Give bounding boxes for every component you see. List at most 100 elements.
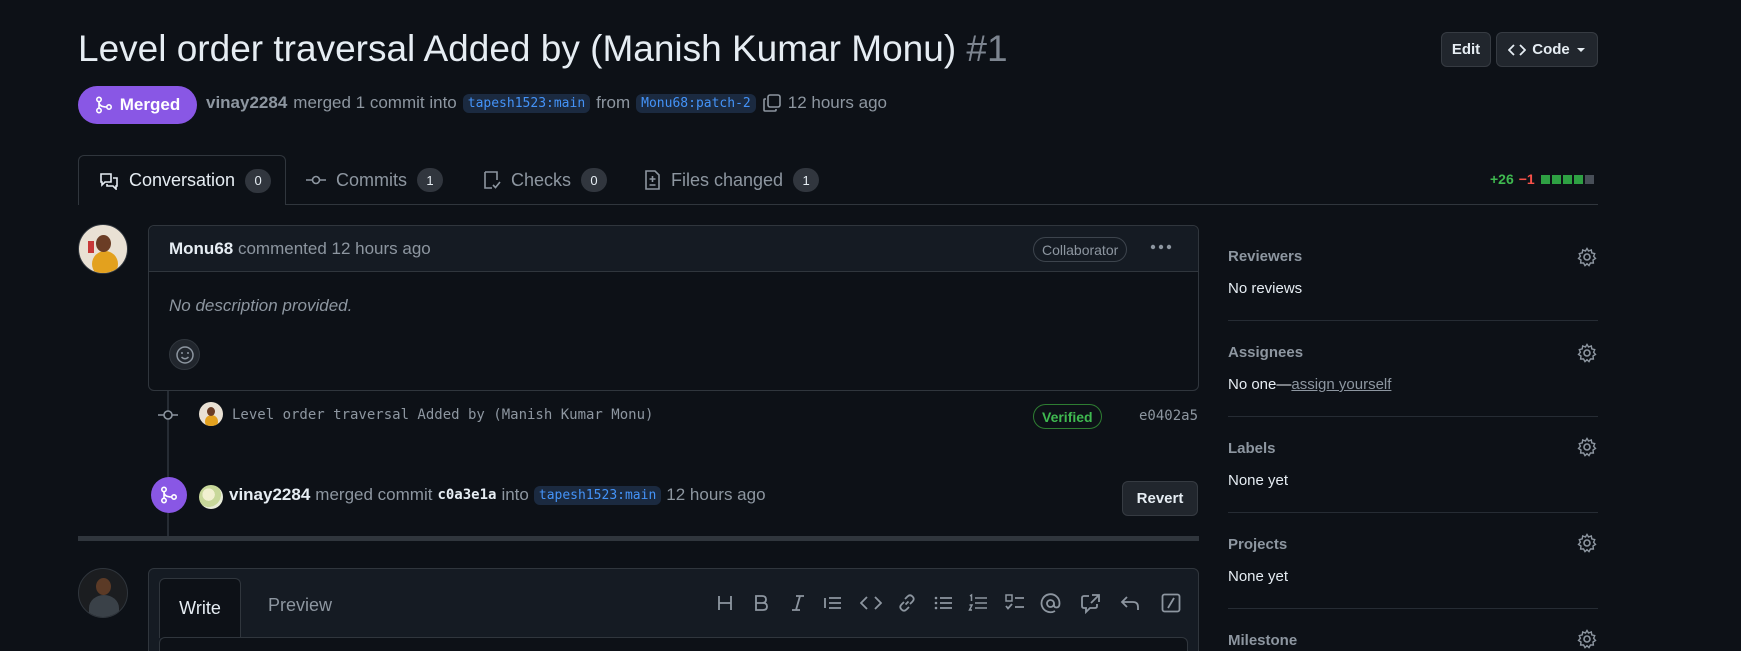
assignees-gear-icon[interactable]	[1577, 343, 1597, 363]
file-diff-icon	[645, 170, 660, 190]
merge-summary: vinay2284 merged 1 commit into tapesh152…	[206, 93, 887, 113]
mention-icon[interactable]	[1040, 593, 1061, 614]
tab-label: Files changed	[671, 169, 784, 190]
reviewers-heading[interactable]: Reviewers	[1228, 248, 1302, 265]
state-badge: Merged	[78, 86, 197, 124]
assign-yourself-link[interactable]: assign yourself	[1291, 376, 1391, 393]
diffstat-block-neutral	[1584, 174, 1594, 184]
commit-message[interactable]: Level order traversal Added by (Manish K…	[232, 407, 653, 423]
merge-event-text2: into	[501, 485, 529, 504]
labels-heading[interactable]: Labels	[1228, 440, 1276, 457]
task-list-icon[interactable]	[1005, 593, 1025, 613]
sidebar-divider	[1228, 416, 1598, 417]
merge-text: merged 1 commit into	[293, 93, 457, 112]
ordered-list-icon[interactable]	[968, 593, 988, 613]
merge-commit-sha[interactable]: c0a3e1a	[437, 487, 496, 503]
quote-icon[interactable]	[823, 593, 843, 613]
commit-node-icon	[158, 410, 178, 420]
tab-count: 1	[417, 168, 443, 192]
code-button[interactable]: Code	[1496, 32, 1598, 67]
diffstat[interactable]: +26 −1	[1490, 171, 1594, 187]
reply-icon[interactable]	[1120, 593, 1140, 613]
merge-icon	[160, 486, 178, 504]
state-label: Merged	[119, 95, 181, 114]
slash-command-icon[interactable]	[1161, 593, 1181, 613]
commit-sha[interactable]: e0402a5	[1139, 408, 1198, 424]
tab-files-changed[interactable]: Files changed 1	[643, 155, 820, 205]
milestone-heading[interactable]: Milestone	[1228, 632, 1297, 649]
milestone-gear-icon[interactable]	[1577, 629, 1597, 649]
unordered-list-icon[interactable]	[933, 593, 953, 613]
diffstat-block-added	[1551, 174, 1561, 184]
tab-label: Checks	[511, 169, 572, 190]
comment-body: No description provided.	[169, 296, 353, 315]
comment-time[interactable]: commented 12 hours ago	[238, 239, 431, 258]
author-link[interactable]: vinay2284	[206, 93, 287, 113]
sidebar-divider	[1228, 608, 1598, 609]
tab-preview[interactable]: Preview	[268, 595, 332, 616]
projects-heading[interactable]: Projects	[1228, 536, 1287, 553]
pr-number: #1	[966, 28, 1008, 69]
merge-icon	[95, 96, 112, 114]
projects-value: None yet	[1228, 568, 1289, 585]
edit-button[interactable]: Edit	[1441, 32, 1491, 67]
assignees-none: No one—	[1228, 376, 1292, 393]
avatar-figure-body	[89, 595, 119, 617]
reviewers-gear-icon[interactable]	[1577, 247, 1597, 267]
timeline-divider	[78, 536, 1199, 541]
sidebar-divider	[1228, 320, 1598, 321]
edit-label: Edit	[1451, 41, 1481, 58]
collaborator-badge: Collaborator	[1033, 237, 1128, 262]
bold-icon[interactable]	[751, 593, 771, 613]
comment-avatar[interactable]	[78, 224, 128, 274]
revert-button[interactable]: Revert	[1122, 481, 1198, 516]
code-label: Code	[1532, 41, 1570, 58]
avatar-figure-shirt	[92, 251, 118, 273]
comment-box: Monu68 commented 12 hours ago Collaborat…	[148, 225, 1199, 391]
code-icon	[1508, 43, 1527, 56]
base-branch[interactable]: tapesh1523:main	[462, 93, 591, 113]
add-reaction-button[interactable]	[169, 339, 200, 370]
merge-actor[interactable]: vinay2284	[229, 485, 310, 505]
tab-count: 1	[793, 168, 820, 192]
kebab-horizontal-icon[interactable]	[1150, 244, 1172, 250]
from-text: from	[596, 93, 631, 112]
code-icon[interactable]	[860, 593, 882, 613]
tab-count: 0	[245, 168, 272, 193]
composer-textarea[interactable]	[159, 637, 1188, 651]
tab-label: Commits	[336, 169, 407, 190]
merge-branch[interactable]: tapesh1523:main	[533, 485, 662, 505]
head-branch[interactable]: Monu68:patch-2	[636, 93, 756, 113]
verified-badge[interactable]: Verified	[1033, 404, 1102, 429]
merge-actor-avatar[interactable]	[199, 485, 223, 509]
merge-time[interactable]: 12 hours ago	[666, 485, 765, 505]
avatar-figure-head	[96, 578, 111, 595]
avatar-figure-accent	[88, 241, 94, 253]
labels-gear-icon[interactable]	[1577, 437, 1597, 457]
comment-discussion-icon	[100, 172, 118, 190]
assignees-heading[interactable]: Assignees	[1228, 344, 1303, 361]
copy-icon[interactable]	[762, 93, 782, 113]
projects-gear-icon[interactable]	[1577, 533, 1597, 553]
commit-avatar[interactable]	[199, 402, 223, 426]
revert-label: Revert	[1136, 490, 1184, 507]
current-user-avatar[interactable]	[78, 568, 128, 618]
commit-icon	[306, 175, 326, 185]
link-icon[interactable]	[897, 593, 917, 613]
tab-write[interactable]: Write	[159, 578, 241, 638]
pr-title-text: Level order traversal Added by (Manish K…	[78, 28, 957, 69]
preview-label: Preview	[268, 595, 333, 615]
labels-value: None yet	[1228, 472, 1289, 489]
assignees-value: No one—assign yourself	[1228, 376, 1391, 393]
tab-conversation[interactable]: Conversation 0	[78, 155, 286, 205]
diffstat-deletions: −1	[1518, 171, 1535, 187]
heading-icon[interactable]	[715, 593, 735, 613]
diffstat-additions: +26	[1490, 171, 1514, 187]
smiley-icon	[175, 345, 194, 364]
cross-reference-icon[interactable]	[1080, 593, 1101, 614]
tab-commits[interactable]: Commits 1	[306, 155, 443, 205]
merge-event-text: vinay2284 merged commit c0a3e1a into tap…	[229, 485, 766, 505]
comment-author[interactable]: Monu68	[169, 239, 233, 258]
italic-icon[interactable]	[788, 593, 808, 613]
tab-checks[interactable]: Checks 0	[483, 155, 608, 205]
